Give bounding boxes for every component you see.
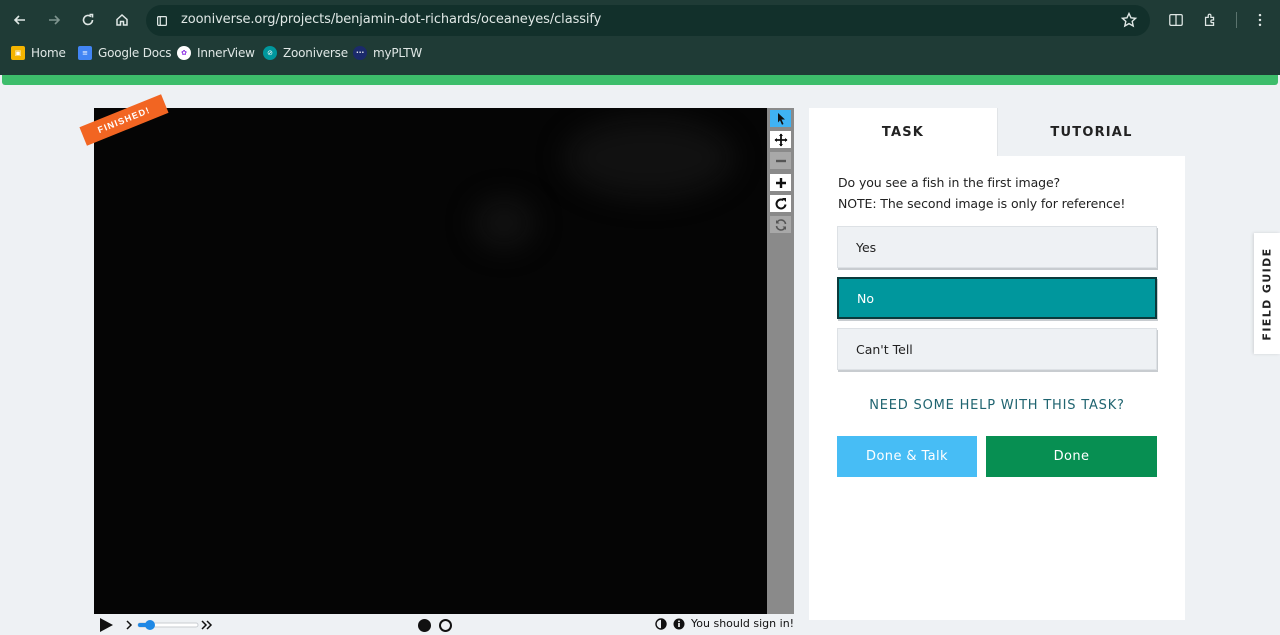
field-guide-tab[interactable]: FIELD GUIDE [1254,233,1280,354]
arrow-left-icon [13,15,25,25]
image-shadow [474,198,534,248]
home-icon [116,13,128,26]
progress-bar [2,75,1278,85]
answer-no[interactable]: No [837,277,1157,319]
bookmarks-bar: ▣ Home ≡ Google Docs ✿ InnerView ⊘ Zooni… [0,43,1280,67]
bookmark-label: Home [31,46,66,60]
contrast-icon[interactable] [655,617,667,630]
pan-tool-button[interactable] [770,131,791,148]
home-bookmark-icon: ▣ [11,46,25,60]
reload-icon [82,13,94,26]
viewer-status: You should sign in! [655,617,794,630]
frame-selector [418,619,452,632]
rotate-button[interactable] [770,195,791,212]
reading-mode-icon[interactable] [1166,10,1186,30]
bookmark-google-docs[interactable]: ≡ Google Docs [78,46,172,60]
mypltw-icon: ••• [353,46,367,60]
zooniverse-icon: ⊘ [263,46,277,60]
task-question: Do you see a fish in the first image? NO… [838,172,1125,214]
pan-icon [774,133,787,146]
bookmark-mypltw[interactable]: ••• myPLTW [353,46,422,60]
play-icon[interactable] [98,617,114,633]
speed-slider[interactable] [126,618,216,632]
sign-in-notice[interactable]: You should sign in! [691,617,794,630]
rotate-icon [775,197,786,209]
bookmark-label: myPLTW [373,46,423,60]
answer-cant-tell[interactable]: Can't Tell [837,328,1157,370]
zoom-in-button[interactable] [770,174,791,191]
bookmark-star-icon[interactable] [1120,11,1138,29]
bookmark-label: Zooniverse [283,46,348,60]
bookmark-zooniverse[interactable]: ⊘ Zooniverse [263,46,348,60]
browser-toolbar: zooniverse.org/projects/benjamin-dot-ric… [0,0,1280,40]
field-guide-label: FIELD GUIDE [1260,246,1274,341]
done-and-talk-button[interactable]: Done & Talk [837,436,977,477]
toolbar-divider [1236,12,1237,28]
question-note: NOTE: The second image is only for refer… [838,196,1126,211]
zoom-out-button[interactable] [770,152,791,169]
question-text: Do you see a fish in the first image? [838,175,1061,190]
bookmark-label: Google Docs [98,46,172,60]
extensions-icon[interactable] [1200,10,1220,30]
address-bar[interactable]: zooniverse.org/projects/benjamin-dot-ric… [146,5,1150,36]
image-shadow [564,118,734,198]
bookmark-label: InnerView [197,46,255,60]
playback-controls: You should sign in! [94,614,794,635]
arrow-right-icon [49,15,61,25]
reset-button[interactable] [770,216,791,233]
url-text: zooniverse.org/projects/benjamin-dot-ric… [181,12,602,27]
answer-yes[interactable]: Yes [837,226,1157,268]
zoom-in-icon [775,177,786,188]
back-button[interactable] [8,8,32,32]
pointer-tool-button[interactable] [770,110,791,127]
frame-dot-2[interactable] [439,619,452,632]
site-info-icon[interactable] [154,13,170,29]
google-docs-icon: ≡ [78,46,92,60]
done-button[interactable]: Done [986,436,1157,477]
zoom-out-icon [775,159,786,162]
browser-chrome: zooniverse.org/projects/benjamin-dot-ric… [0,0,1280,75]
home-button[interactable] [110,8,134,32]
pointer-icon [777,112,785,125]
bookmark-home[interactable]: ▣ Home [11,46,66,60]
reset-icon [775,218,786,231]
subject-image[interactable] [94,108,767,614]
reload-button[interactable] [76,8,100,32]
viewer-toolbar [767,108,794,614]
innerview-icon: ✿ [177,46,191,60]
need-help-link[interactable]: NEED SOME HELP WITH THIS TASK? [809,398,1185,413]
frame-dot-1[interactable] [418,619,431,632]
tab-tutorial[interactable]: TUTORIAL [997,108,1185,156]
bookmark-innerview[interactable]: ✿ InnerView [177,46,255,60]
forward-button[interactable] [42,8,66,32]
task-panel: TASK TUTORIAL Do you see a fish in the f… [809,108,1185,620]
menu-kebab-icon[interactable] [1250,10,1270,30]
tab-task[interactable]: TASK [809,108,997,156]
info-icon[interactable] [673,618,685,630]
